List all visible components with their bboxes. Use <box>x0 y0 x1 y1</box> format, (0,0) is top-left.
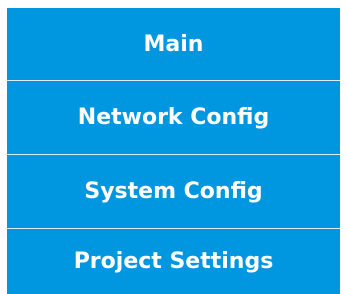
menu-item-system-config[interactable]: System Config <box>7 155 340 228</box>
menu-item-network-config[interactable]: Network Config <box>7 81 340 154</box>
menu-item-main[interactable]: Main <box>7 8 340 80</box>
menu-item-label: Network Config <box>77 105 270 130</box>
menu-item-label: Main <box>143 31 204 57</box>
menu-item-project-settings[interactable]: Project Settings <box>7 229 340 294</box>
navigation-menu: Main Network Config System Config Projec… <box>7 8 340 294</box>
menu-item-label: Project Settings <box>73 249 274 274</box>
menu-item-label: System Config <box>84 179 263 204</box>
